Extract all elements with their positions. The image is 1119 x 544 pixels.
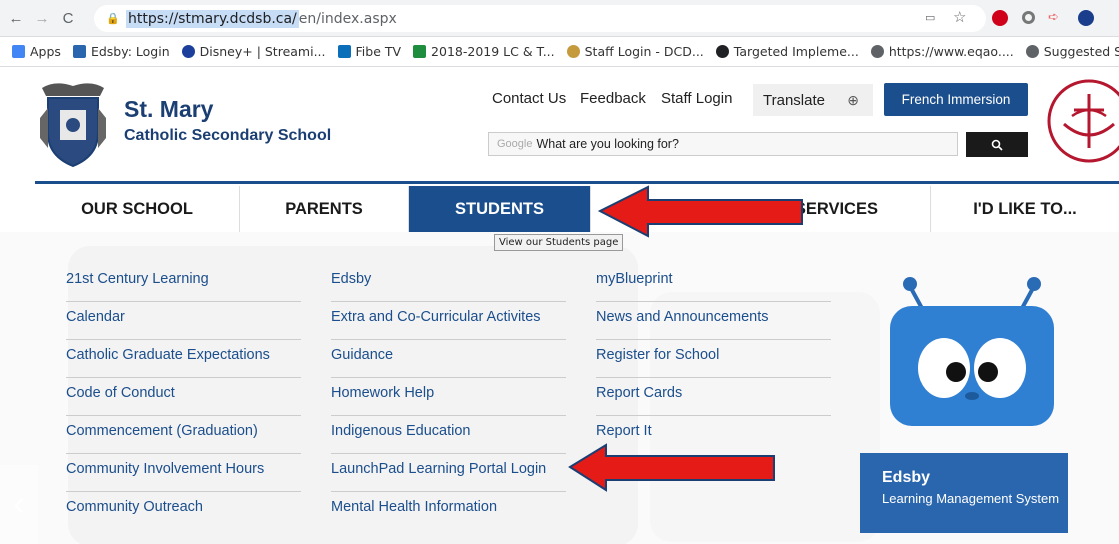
school-crest-icon: [40, 83, 106, 168]
menu-link[interactable]: myBlueprint: [596, 264, 831, 302]
bookmark-label: Suggested Sites: [1043, 44, 1119, 59]
site-header: St. Mary Catholic Secondary School Conta…: [0, 68, 1119, 180]
edsby-card-title: Edsby: [882, 469, 931, 486]
menu-link[interactable]: Extra and Co-Curricular Activites: [331, 302, 566, 340]
menu-link[interactable]: Catholic Graduate Expectations: [66, 340, 301, 378]
bookmark-label: Apps: [30, 44, 61, 59]
menu-link[interactable]: Community Involvement Hours: [66, 454, 301, 492]
excel-favicon-icon: [413, 45, 427, 58]
google-brand-label: Google: [497, 138, 533, 150]
translate-button[interactable]: Translate ⊕: [753, 84, 873, 116]
globe-icon: ⊕: [847, 92, 859, 108]
nav-students[interactable]: STUDENTS: [409, 186, 591, 232]
globe-favicon-icon: [1025, 45, 1039, 58]
menu-link[interactable]: 21st Century Learning: [66, 264, 301, 302]
bookmark-item[interactable]: Disney+ | Streami...: [181, 44, 326, 59]
nav-parents[interactable]: PARENTS: [240, 186, 409, 232]
nav-divider: [35, 181, 1119, 184]
forward-icon[interactable]: →: [32, 8, 52, 28]
menu-link[interactable]: Edsby: [331, 264, 566, 302]
bookmark-item[interactable]: Apps: [12, 44, 61, 59]
annotation-arrow-students: [597, 185, 803, 238]
edsby-favicon-icon: [72, 45, 86, 58]
translate-label: Translate: [763, 91, 825, 109]
url-host: https://stmary.dcdsb.ca/: [126, 9, 299, 28]
star-icon[interactable]: ☆: [953, 8, 966, 26]
menu-link[interactable]: Guidance: [331, 340, 566, 378]
school-name[interactable]: St. Mary: [124, 96, 213, 123]
menu-link[interactable]: Calendar: [66, 302, 301, 340]
board-emblem-icon: [1047, 79, 1119, 163]
search-button[interactable]: [966, 132, 1028, 157]
nav-our-school[interactable]: OUR SCHOOL: [35, 186, 240, 232]
opera-extension-icon[interactable]: [992, 10, 1008, 26]
bookmark-label: Disney+ | Streami...: [199, 44, 326, 59]
bookmark-item[interactable]: Edsby: Login: [72, 44, 170, 59]
menu-link[interactable]: Indigenous Education: [331, 416, 566, 454]
bookmark-item[interactable]: Suggested Sites: [1025, 44, 1119, 59]
bookmark-label: Targeted Impleme...: [733, 44, 859, 59]
dcdsb-favicon-icon: [566, 45, 580, 58]
bookmarks-bar: Apps Edsby: Login Disney+ | Streami... F…: [0, 37, 1119, 67]
menu-link[interactable]: LaunchPad Learning Portal Login: [331, 454, 566, 492]
shield-favicon-icon: [715, 45, 729, 58]
url-path: en/index.aspx: [298, 10, 397, 27]
edsby-robot-icon: [890, 277, 1054, 426]
address-bar[interactable]: 🔒 https://stmary.dcdsb.ca/en/index.aspx: [94, 5, 986, 32]
bookmark-label: Fibe TV: [355, 44, 402, 59]
bookmark-item[interactable]: https://www.eqao....: [870, 44, 1014, 59]
contact-us-link[interactable]: Contact Us: [492, 90, 566, 107]
bookmark-label: Edsby: Login: [90, 44, 170, 59]
french-immersion-button[interactable]: French Immersion: [884, 83, 1028, 116]
browser-toolbar: ← → C 🔒 https://stmary.dcdsb.ca/en/index…: [0, 0, 1119, 37]
bookmark-label: https://www.eqao....: [888, 44, 1014, 59]
menu-link[interactable]: Register for School: [596, 340, 831, 378]
search-input[interactable]: Google What are you looking for?: [488, 132, 958, 156]
chevron-left-icon: ‹: [13, 485, 25, 523]
profile-avatar-icon[interactable]: [1078, 10, 1094, 26]
menu-link[interactable]: Community Outreach: [66, 492, 301, 530]
fibe-favicon-icon: [337, 45, 351, 58]
search-placeholder: What are you looking for?: [536, 137, 679, 151]
cast-icon[interactable]: ▭: [925, 11, 935, 24]
search-icon: [991, 139, 1003, 151]
bookmark-item[interactable]: 2018-2019 LC & T...: [413, 44, 555, 59]
carousel-prev-button[interactable]: ‹: [0, 465, 38, 544]
back-icon[interactable]: ←: [6, 8, 26, 28]
feedback-link[interactable]: Feedback: [580, 90, 646, 107]
edsby-card-subtitle: Learning Management System: [882, 491, 1060, 506]
menu-column-2: Edsby Extra and Co-Curricular Activites …: [331, 264, 566, 530]
bookmark-item[interactable]: Staff Login - DCD...: [566, 44, 704, 59]
extension-ring-icon[interactable]: [1022, 11, 1035, 24]
nav-id-like-to[interactable]: I'D LIKE TO...: [931, 186, 1119, 232]
bookmark-label: Staff Login - DCD...: [584, 44, 704, 59]
menu-link[interactable]: Commencement (Graduation): [66, 416, 301, 454]
menu-link[interactable]: News and Announcements: [596, 302, 831, 340]
menu-link[interactable]: Homework Help: [331, 378, 566, 416]
menu-link[interactable]: Code of Conduct: [66, 378, 301, 416]
menu-column-1: 21st Century Learning Calendar Catholic …: [66, 264, 301, 530]
bookmark-label: 2018-2019 LC & T...: [431, 44, 555, 59]
extension-arrow-icon[interactable]: ➪: [1048, 9, 1059, 25]
school-subtitle[interactable]: Catholic Secondary School: [124, 127, 331, 145]
menu-link[interactable]: Mental Health Information: [331, 492, 566, 530]
menu-column-3: myBlueprint News and Announcements Regis…: [596, 264, 831, 454]
bookmark-item[interactable]: Targeted Impleme...: [715, 44, 859, 59]
apps-grid-icon: [12, 45, 25, 58]
disney-favicon-icon: [181, 45, 195, 58]
lock-icon: 🔒: [106, 12, 120, 25]
menu-link[interactable]: Report Cards: [596, 378, 831, 416]
reload-icon[interactable]: C: [58, 8, 78, 28]
bookmark-item[interactable]: Fibe TV: [337, 44, 402, 59]
main-navigation: OUR SCHOOL PARENTS STUDENTS SERVICES I'D…: [35, 186, 1119, 232]
staff-login-link[interactable]: Staff Login: [661, 90, 732, 107]
annotation-arrow-launchpad: [568, 443, 775, 492]
edsby-card[interactable]: Edsby Learning Management System: [860, 453, 1068, 533]
globe-favicon-icon: [870, 45, 884, 58]
